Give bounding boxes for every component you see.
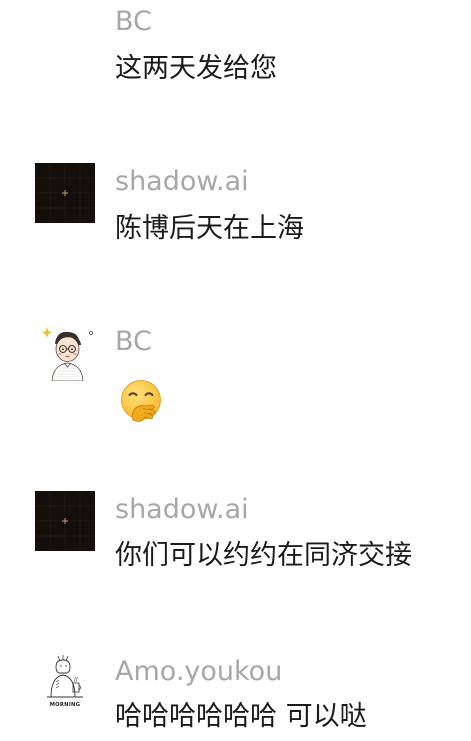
sender-name[interactable]: shadow.ai — [115, 166, 249, 198]
cartoon-man-icon — [35, 321, 95, 381]
dark-grid-icon — [35, 491, 95, 551]
avatar[interactable]: MORNING — [35, 653, 95, 713]
dark-grid-icon — [35, 163, 95, 223]
avatar[interactable] — [35, 321, 95, 381]
hand-over-mouth-emoji — [121, 380, 161, 422]
chat-message: BC 这两天发给您 — [0, 0, 471, 100]
sender-name[interactable]: shadow.ai — [115, 494, 249, 526]
sender-name[interactable]: BC — [115, 326, 152, 358]
morning-caption: MORNING — [50, 702, 81, 708]
chat-message-list: BC 这两天发给您 shadow.ai 陈博后天在上海 BC shadow.ai… — [0, 0, 471, 741]
avatar[interactable] — [35, 491, 95, 551]
avatar[interactable] — [35, 163, 95, 223]
message-text: 哈哈哈哈哈哈 可以哒 — [115, 701, 367, 732]
chat-message: shadow.ai 陈博后天在上海 — [0, 160, 471, 260]
chat-message: BC — [0, 320, 471, 430]
message-text: 你们可以约约在同济交接 — [115, 540, 412, 571]
sender-name[interactable]: BC — [115, 6, 152, 38]
sender-name[interactable]: Amo.youkou — [115, 656, 282, 688]
message-text: 陈博后天在上海 — [115, 213, 304, 244]
message-text: 这两天发给您 — [115, 53, 277, 84]
chat-message: shadow.ai 你们可以约约在同济交接 — [0, 490, 471, 590]
morning-sketch-icon: MORNING — [35, 653, 95, 713]
chat-message: MORNING Amo.youkou 哈哈哈哈哈哈 可以哒 — [0, 650, 471, 741]
